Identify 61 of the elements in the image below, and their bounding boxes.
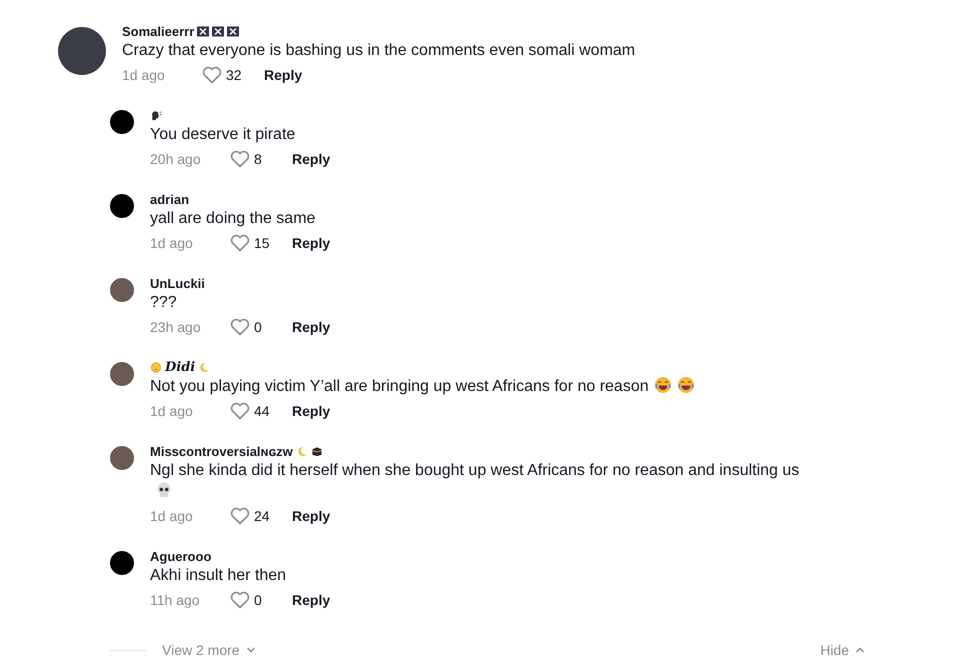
reply-button[interactable]: Reply [292,319,330,335]
chevron-up-icon [855,647,865,653]
heart-icon[interactable] [230,402,250,420]
timestamp: 1d ago [122,67,166,83]
flag-icon [212,26,224,36]
like-count: 44 [254,403,271,419]
comment-text: Not you playing victim Y’all are bringing up west Africans for no reason [150,376,695,397]
heart-icon[interactable] [202,66,222,84]
heart-icon[interactable] [230,507,250,525]
comment-text: Crazy that everyone is bashing us in the comments even somali womam [122,41,636,61]
reply-button[interactable]: Reply [292,403,330,419]
comment-text: Ngl she kinda did it herself when she bought up west Africans for no reason and insulting us [150,460,815,502]
timestamp: 1d ago [150,403,194,419]
reply-button[interactable]: Reply [264,67,302,83]
comment-text: ??? [150,293,178,313]
username[interactable]: Aguerooo [150,548,212,564]
like-count: 24 [254,508,271,524]
heart-icon[interactable] [230,591,250,609]
reply-button[interactable]: Reply [292,508,330,524]
comment-text: You deserve it pirate [150,125,296,145]
avatar-photo[interactable] [58,27,106,75]
like-count: 32 [226,67,243,83]
reply-button[interactable]: Reply [292,235,330,251]
like-count: 15 [254,235,271,251]
heart-icon[interactable] [230,150,250,168]
avatar-photo[interactable] [110,278,134,302]
username[interactable]: Misscontroversialɴɢᴢᴡ [150,444,293,458]
crescent-moon-icon [296,446,308,456]
username[interactable]: UnLuckii [150,276,205,290]
username[interactable]: Didi [165,360,196,374]
avatar-circle[interactable] [110,110,134,134]
flag-icon [227,26,240,36]
timestamp: 20h ago [150,151,202,167]
avatar-circle[interactable] [110,194,134,218]
avatar-photo[interactable] [110,362,134,386]
cube-building-icon [310,446,323,456]
like-count: 0 [254,592,263,608]
avatar-photo[interactable] [110,446,134,470]
reply-button[interactable]: Reply [292,592,330,608]
reply-button[interactable]: Reply [292,151,330,167]
crescent-moon-icon [198,362,210,372]
timestamp: 23h ago [150,319,202,335]
heart-icon[interactable] [230,318,250,336]
like-count: 0 [254,319,263,335]
speaking-head-icon [150,110,162,120]
avatar-circle[interactable] [110,551,134,575]
laughing-face-icon [654,376,672,394]
skull-icon [155,481,173,499]
chevron-down-icon [246,647,256,653]
timestamp: 11h ago [150,592,201,608]
flag-icon [197,26,210,36]
laughing-face-icon [676,376,695,394]
comment-text: Akhi insult her then [150,566,288,586]
username[interactable]: Somalieerrr [122,24,194,38]
sun-face-icon [150,362,162,372]
comment-text: yall are doing the same [150,209,316,229]
username[interactable]: adrian [150,192,190,206]
timestamp: 1d ago [150,235,194,251]
timestamp: 1d ago [150,508,194,524]
like-count: 8 [254,151,263,167]
heart-icon[interactable] [230,234,250,252]
